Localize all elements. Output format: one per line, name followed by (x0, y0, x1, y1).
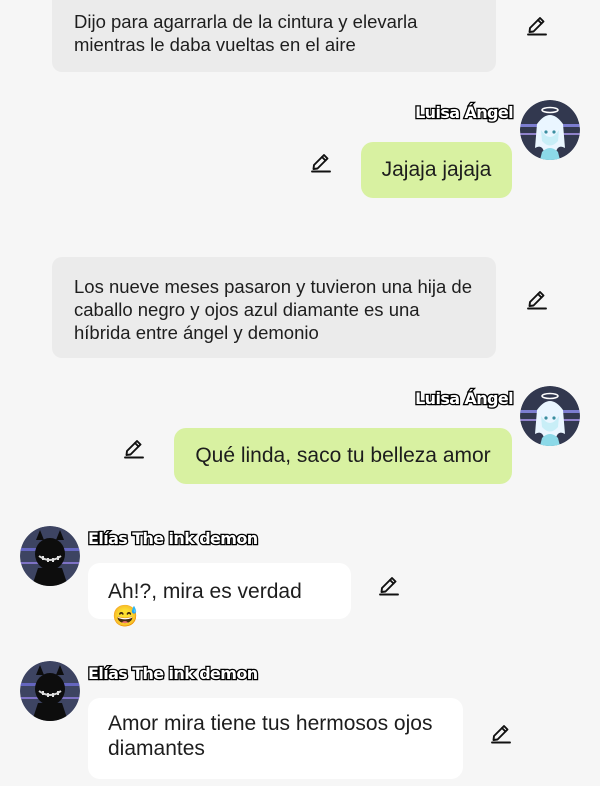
narration-bubble[interactable]: Los nueve meses pasaron y tuvieron una h… (52, 257, 496, 358)
message-text: Qué linda, saco tu belleza amor (195, 444, 491, 467)
outgoing-bubble[interactable]: Qué linda, saco tu belleza amor (174, 428, 512, 484)
angel-avatar[interactable] (520, 100, 580, 160)
angel-avatar[interactable] (520, 386, 580, 446)
pencil-edit-icon[interactable] (525, 12, 549, 36)
emoji-sweat-smile: 😅 (112, 605, 139, 628)
pencil-edit-icon[interactable] (377, 572, 401, 596)
message-text: Jajaja jajaja (381, 158, 492, 181)
message-text: Dijo para agarrarla de la cintura y elev… (74, 11, 418, 55)
pencil-edit-icon[interactable] (525, 286, 549, 310)
ink-demon-avatar[interactable] (20, 661, 80, 721)
pencil-edit-icon[interactable] (122, 435, 146, 459)
incoming-bubble[interactable]: Amor mira tiene tus hermosos ojos diaman… (88, 698, 463, 779)
outgoing-bubble[interactable]: Jajaja jajaja (361, 142, 512, 198)
incoming-bubble[interactable]: Ah!?, mira es verdad 😅 (88, 563, 351, 628)
sender-name: Luisa Ángel (414, 388, 515, 410)
pencil-edit-icon[interactable] (309, 149, 333, 173)
sender-name: Elías The ink demon (87, 528, 260, 550)
ink-demon-avatar[interactable] (20, 526, 80, 586)
message-text: Amor mira tiene tus hermosos ojos diaman… (108, 712, 433, 760)
message-text: Los nueve meses pasaron y tuvieron una h… (74, 276, 473, 343)
narration-bubble[interactable]: Dijo para agarrarla de la cintura y elev… (52, 0, 496, 72)
sender-name: Luisa Ángel (414, 102, 515, 124)
pencil-edit-icon[interactable] (489, 720, 513, 744)
message-text: Ah!?, mira es verdad (108, 580, 302, 603)
sender-name: Elías The ink demon (87, 663, 260, 685)
